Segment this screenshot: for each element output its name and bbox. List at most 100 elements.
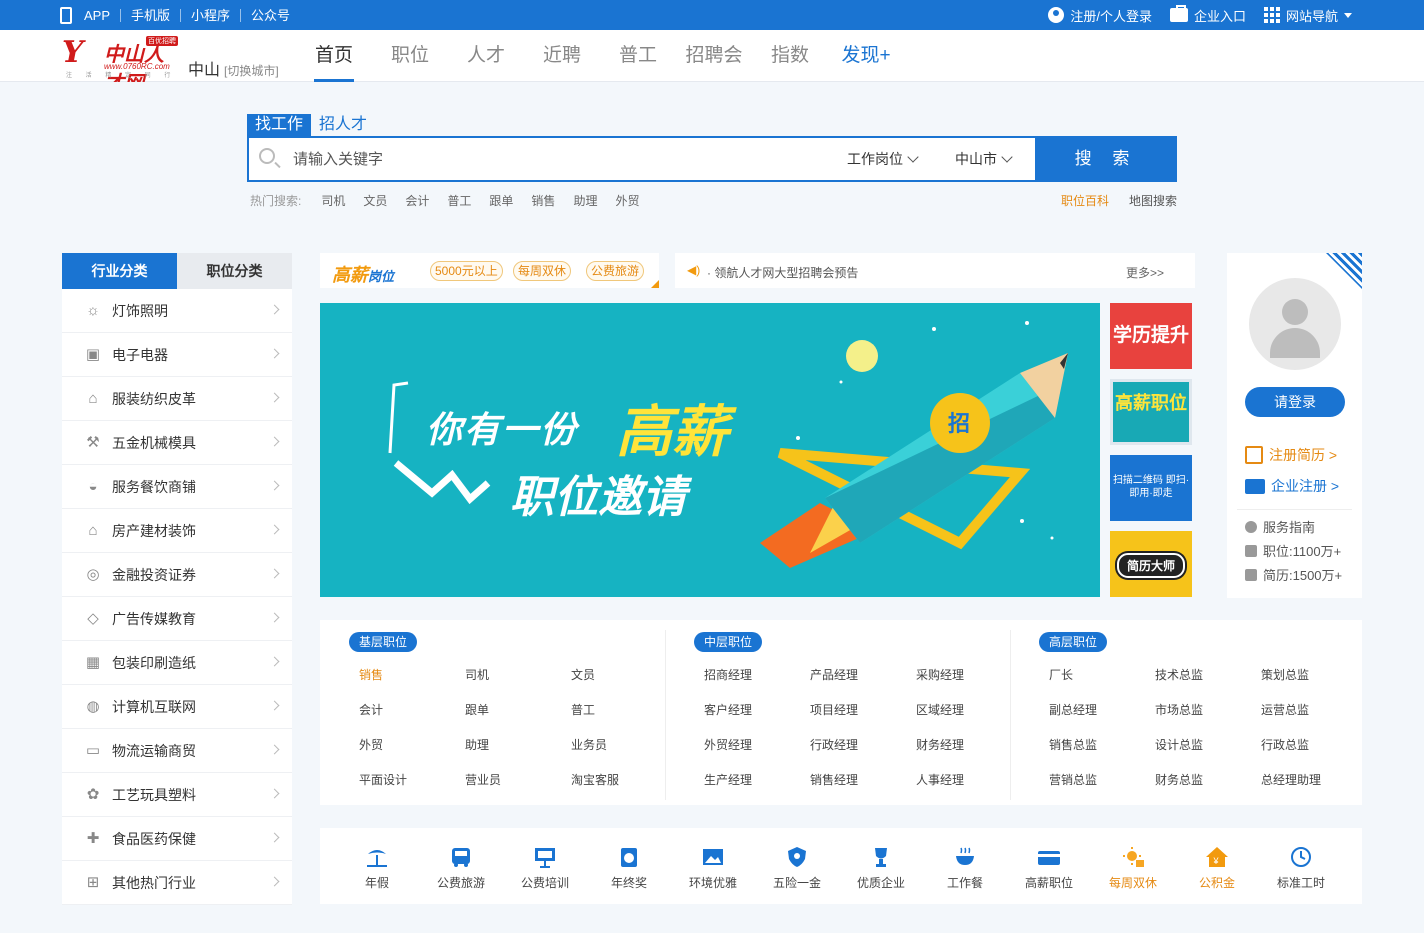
register-resume-link[interactable]: 注册简历 > xyxy=(1245,445,1337,465)
benefit-item[interactable]: 五险一金 xyxy=(755,846,839,891)
hot-search-item[interactable]: 外贸 xyxy=(615,192,639,209)
job-link[interactable]: 跟单 xyxy=(465,701,489,718)
benefit-item[interactable]: 年终奖 xyxy=(587,846,671,891)
benefit-item[interactable]: 公费旅游 xyxy=(419,846,503,891)
benefit-item[interactable]: 优质企业 xyxy=(839,846,923,891)
job-link[interactable]: 会计 xyxy=(359,701,383,718)
category-item[interactable]: ◇ 广告传媒教育 xyxy=(62,597,292,641)
site-logo[interactable]: 𝒀 百优招聘 中山人才网 www.0760RC.com 注 活 精 定 同 行 xyxy=(62,36,182,95)
hot-search-item[interactable]: 普工 xyxy=(447,192,471,209)
nav-jobs[interactable]: 职位 xyxy=(372,30,448,82)
link-mini-program[interactable]: 小程序 xyxy=(181,8,242,22)
category-item[interactable]: ▦ 包装印刷造纸 xyxy=(62,641,292,685)
job-link[interactable]: 策划总监 xyxy=(1261,666,1309,683)
job-link[interactable]: 营销总监 xyxy=(1049,771,1097,788)
job-link[interactable]: 行政总监 xyxy=(1261,736,1309,753)
enterprise-link[interactable]: 企业入口 xyxy=(1169,5,1246,25)
benefit-item[interactable]: 每周双休 xyxy=(1091,846,1175,891)
service-guide-link[interactable]: 服务指南 xyxy=(1245,517,1315,536)
job-link[interactable]: 淘宝客服 xyxy=(571,771,619,788)
job-link[interactable]: 销售经理 xyxy=(810,771,858,788)
ad-high-salary-jobs[interactable]: 高薪职位 xyxy=(1110,379,1192,445)
job-link[interactable]: 技术总监 xyxy=(1155,666,1203,683)
job-link[interactable]: 文员 xyxy=(571,666,595,683)
category-item[interactable]: ☼ 灯饰照明 xyxy=(62,289,292,333)
qr-code-icon[interactable] xyxy=(1326,253,1362,289)
link-app[interactable]: APP xyxy=(84,8,122,22)
link-mobile[interactable]: 手机版 xyxy=(121,8,182,22)
job-link[interactable]: 项目经理 xyxy=(810,701,858,718)
register-login-link[interactable]: 注册/个人登录 xyxy=(1048,6,1152,25)
category-item[interactable]: ✚ 食品医药保健 xyxy=(62,817,292,861)
benefit-item[interactable]: 工作餐 xyxy=(923,846,1007,891)
job-link[interactable]: 司机 xyxy=(465,666,489,683)
site-nav-dropdown[interactable]: 网站导航 xyxy=(1263,6,1352,25)
hot-search-item[interactable]: 会计 xyxy=(405,192,429,209)
notice-text[interactable]: · 领航人才网大型招聘会预告 xyxy=(707,264,858,281)
salary-tag[interactable]: 公费旅游 xyxy=(586,261,645,281)
salary-tag[interactable]: 每周双休 xyxy=(513,261,572,281)
ad-resume-master[interactable]: 简历大师 xyxy=(1110,531,1192,597)
job-type-select[interactable]: 工作岗位 xyxy=(847,138,919,180)
category-item[interactable]: ⌂ 房产建材装饰 xyxy=(62,509,292,553)
benefit-item[interactable]: 年假 xyxy=(335,846,419,891)
job-link[interactable]: 运营总监 xyxy=(1261,701,1309,718)
nav-talent[interactable]: 人才 xyxy=(448,30,524,82)
job-link[interactable]: 人事经理 xyxy=(916,771,964,788)
category-item[interactable]: ⊞ 其他热门行业 xyxy=(62,861,292,905)
category-item[interactable]: ⌂ 服装纺织皮革 xyxy=(62,377,292,421)
main-banner[interactable]: 招 你有一份 高薪 职位邀请 xyxy=(320,303,1100,597)
nav-home[interactable]: 首页 xyxy=(296,30,372,82)
category-item[interactable]: ▭ 物流运输商贸 xyxy=(62,729,292,773)
city-select[interactable]: 中山市 xyxy=(955,138,1013,180)
job-link[interactable]: 平面设计 xyxy=(359,771,407,788)
map-search-link[interactable]: 地图搜索 xyxy=(1129,192,1177,209)
job-link[interactable]: 营业员 xyxy=(465,771,501,788)
nav-workers[interactable]: 普工 xyxy=(600,30,676,82)
job-link[interactable]: 财务总监 xyxy=(1155,771,1203,788)
category-item[interactable]: ✿ 工艺玩具塑料 xyxy=(62,773,292,817)
job-link[interactable]: 采购经理 xyxy=(916,666,964,683)
nav-job-fair[interactable]: 招聘会 xyxy=(676,30,752,82)
notice-more-link[interactable]: 更多>> xyxy=(1126,264,1164,281)
benefit-item[interactable]: 公费培训 xyxy=(503,846,587,891)
job-link[interactable]: 外贸 xyxy=(359,736,383,753)
nav-nearby[interactable]: 近聘 xyxy=(524,30,600,82)
job-link[interactable]: 销售总监 xyxy=(1049,736,1097,753)
search-button[interactable]: 搜 索 xyxy=(1035,136,1177,182)
job-wiki-link[interactable]: 职位百科 xyxy=(1061,192,1109,209)
ad-scan-qr[interactable]: 扫描二维码 即扫·即用·即走 xyxy=(1110,455,1192,521)
job-link[interactable]: 客户经理 xyxy=(704,701,752,718)
link-official-account[interactable]: 公众号 xyxy=(241,9,300,22)
job-link[interactable]: 普工 xyxy=(571,701,595,718)
benefit-item[interactable]: ¥ 公积金 xyxy=(1175,846,1259,891)
hot-search-item[interactable]: 文员 xyxy=(363,192,387,209)
job-link[interactable]: 区域经理 xyxy=(916,701,964,718)
job-link[interactable]: 副总经理 xyxy=(1049,701,1097,718)
hot-search-item[interactable]: 司机 xyxy=(321,192,345,209)
hot-search-item[interactable]: 销售 xyxy=(531,192,555,209)
tab-find-job[interactable]: 找工作 xyxy=(247,114,312,136)
job-link[interactable]: 财务经理 xyxy=(916,736,964,753)
job-link[interactable]: 外贸经理 xyxy=(704,736,752,753)
category-item[interactable]: ◎ 金融投资证券 xyxy=(62,553,292,597)
nav-discover[interactable]: 发现+ xyxy=(828,30,904,82)
enterprise-register-link[interactable]: 企业注册 > xyxy=(1245,476,1339,496)
job-link[interactable]: 总经理助理 xyxy=(1261,771,1321,788)
job-link[interactable]: 招商经理 xyxy=(704,666,752,683)
benefit-item[interactable]: 高薪职位 xyxy=(1007,846,1091,891)
hot-search-item[interactable]: 跟单 xyxy=(489,192,513,209)
benefit-item[interactable]: 环境优雅 xyxy=(671,846,755,891)
job-link[interactable]: 业务员 xyxy=(571,736,607,753)
job-link[interactable]: 行政经理 xyxy=(810,736,858,753)
category-item[interactable]: ⚒ 五金机械模具 xyxy=(62,421,292,465)
category-item[interactable]: ▣ 电子电器 xyxy=(62,333,292,377)
search-input[interactable] xyxy=(293,146,793,172)
job-link[interactable]: 产品经理 xyxy=(810,666,858,683)
job-link[interactable]: 助理 xyxy=(465,736,489,753)
ad-education-upgrade[interactable]: 学历提升 xyxy=(1110,303,1192,369)
tab-find-talent[interactable]: 招人才 xyxy=(311,114,375,136)
nav-index[interactable]: 指数 xyxy=(752,30,828,82)
job-link[interactable]: 销售 xyxy=(359,666,383,683)
job-link[interactable]: 生产经理 xyxy=(704,771,752,788)
